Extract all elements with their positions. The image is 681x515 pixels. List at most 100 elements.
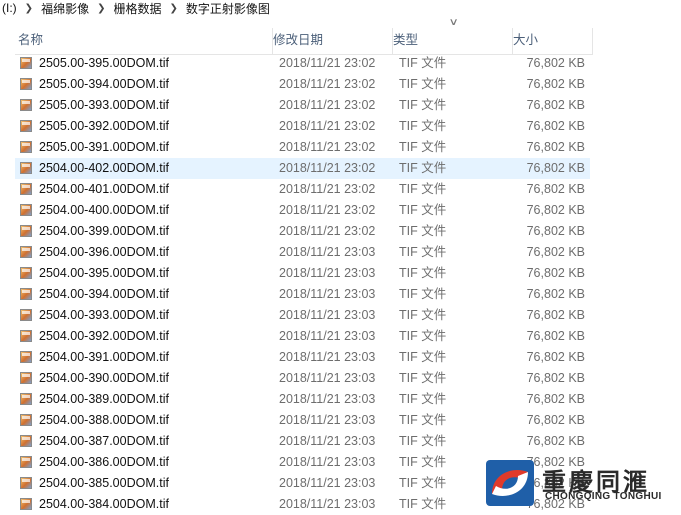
file-name[interactable]: 2504.00-385.00DOM.tif — [39, 473, 169, 494]
file-name[interactable]: 2505.00-393.00DOM.tif — [39, 95, 169, 116]
column-header-name[interactable]: 名称 — [18, 28, 43, 54]
file-size: 76,802 KB — [526, 350, 585, 364]
file-name[interactable]: 2505.00-394.00DOM.tif — [39, 74, 169, 95]
file-name[interactable]: 2504.00-393.00DOM.tif — [39, 305, 169, 326]
tif-image-file-icon — [20, 372, 32, 384]
chevron-right-icon: ❯ — [169, 2, 178, 14]
file-name[interactable]: 2504.00-395.00DOM.tif — [39, 263, 169, 284]
file-name[interactable]: 2504.00-387.00DOM.tif — [39, 431, 169, 452]
column-header-size[interactable]: 大小 — [513, 28, 538, 54]
file-row[interactable]: 2504.00-390.00DOM.tif 2018/11/21 23:03 TIF… — [15, 368, 590, 389]
file-row[interactable]: 2505.00-393.00DOM.tif 2018/11/21 23:02 TIF… — [15, 95, 590, 116]
file-row[interactable]: 2504.00-392.00DOM.tif 2018/11/21 23:03 TIF… — [15, 326, 590, 347]
file-name[interactable]: 2505.00-395.00DOM.tif — [39, 53, 169, 74]
file-date: 2018/11/21 23:02 — [279, 119, 376, 133]
file-row[interactable]: 2504.00-401.00DOM.tif 2018/11/21 23:02 TIF… — [15, 179, 590, 200]
file-row[interactable]: 2505.00-391.00DOM.tif 2018/11/21 23:02 TIF… — [15, 137, 590, 158]
file-row[interactable]: 2504.00-388.00DOM.tif 2018/11/21 23:03 TIF… — [15, 410, 590, 431]
breadcrumb-item-2[interactable]: 栅格数据 — [111, 0, 163, 17]
file-row[interactable]: 2504.00-399.00DOM.tif 2018/11/21 23:02 TIF… — [15, 221, 590, 242]
file-date: 2018/11/21 23:03 — [279, 350, 376, 364]
file-size: 76,802 KB — [526, 77, 585, 91]
file-type: TIF 文件 — [399, 266, 447, 280]
file-name[interactable]: 2504.00-388.00DOM.tif — [39, 410, 169, 431]
file-date: 2018/11/21 23:03 — [279, 371, 376, 385]
file-size: 76,802 KB — [526, 287, 585, 301]
breadcrumb-item-1[interactable]: 福绵影像 — [39, 0, 91, 17]
file-date: 2018/11/21 23:02 — [279, 182, 376, 196]
tif-image-file-icon — [20, 99, 32, 111]
file-size: 76,802 KB — [526, 224, 585, 238]
file-type: TIF 文件 — [399, 98, 447, 112]
file-name[interactable]: 2504.00-401.00DOM.tif — [39, 179, 169, 200]
file-type: TIF 文件 — [399, 245, 447, 259]
file-name[interactable]: 2504.00-402.00DOM.tif — [39, 158, 169, 179]
file-size: 76,802 KB — [526, 245, 585, 259]
file-date: 2018/11/21 23:03 — [279, 329, 376, 343]
file-name[interactable]: 2504.00-400.00DOM.tif — [39, 200, 169, 221]
file-row[interactable]: 2504.00-391.00DOM.tif 2018/11/21 23:03 TIF… — [15, 347, 590, 368]
file-type: TIF 文件 — [399, 77, 447, 91]
file-name[interactable]: 2504.00-390.00DOM.tif — [39, 368, 169, 389]
tonghui-logo — [486, 460, 534, 506]
tif-image-file-icon — [20, 120, 32, 132]
file-row[interactable]: 2504.00-402.00DOM.tif 2018/11/21 23:02 TIF… — [15, 158, 590, 179]
file-date: 2018/11/21 23:02 — [279, 77, 376, 91]
file-type: TIF 文件 — [399, 119, 447, 133]
file-type: TIF 文件 — [399, 203, 447, 217]
tif-image-file-icon — [20, 57, 32, 69]
file-name[interactable]: 2505.00-392.00DOM.tif — [39, 116, 169, 137]
tif-image-file-icon — [20, 330, 32, 342]
file-size: 76,802 KB — [526, 98, 585, 112]
column-divider[interactable] — [592, 28, 593, 54]
file-name[interactable]: 2505.00-391.00DOM.tif — [39, 137, 169, 158]
file-row[interactable]: 2504.00-394.00DOM.tif 2018/11/21 23:03 TIF… — [15, 284, 590, 305]
file-list: 2505.00-395.00DOM.tif 2018/11/21 23:02 TIF… — [15, 53, 590, 515]
file-size: 76,802 KB — [526, 203, 585, 217]
file-name[interactable]: 2504.00-386.00DOM.tif — [39, 452, 169, 473]
file-name[interactable]: 2504.00-384.00DOM.tif — [39, 494, 169, 515]
file-name[interactable]: 2504.00-391.00DOM.tif — [39, 347, 169, 368]
breadcrumb: (I:) ❯ 福绵影像 ❯ 栅格数据 ❯ 数字正射影像图 — [0, 0, 681, 16]
file-size: 76,802 KB — [526, 392, 585, 406]
file-date: 2018/11/21 23:02 — [279, 140, 376, 154]
tif-image-file-icon — [20, 288, 32, 300]
file-name[interactable]: 2504.00-392.00DOM.tif — [39, 326, 169, 347]
breadcrumb-item-3[interactable]: 数字正射影像图 — [184, 0, 272, 17]
file-date: 2018/11/21 23:03 — [279, 413, 376, 427]
tif-image-file-icon — [20, 393, 32, 405]
column-header-type[interactable]: 类型 — [393, 28, 418, 54]
file-type: TIF 文件 — [399, 287, 447, 301]
file-row[interactable]: 2504.00-389.00DOM.tif 2018/11/21 23:03 TIF… — [15, 389, 590, 410]
file-row[interactable]: 2504.00-400.00DOM.tif 2018/11/21 23:02 TIF… — [15, 200, 590, 221]
file-name[interactable]: 2504.00-399.00DOM.tif — [39, 221, 169, 242]
breadcrumb-drive[interactable]: (I:) — [0, 1, 19, 15]
file-row[interactable]: 2504.00-396.00DOM.tif 2018/11/21 23:03 TIF… — [15, 242, 590, 263]
file-name[interactable]: 2504.00-396.00DOM.tif — [39, 242, 169, 263]
tif-image-file-icon — [20, 141, 32, 153]
file-name[interactable]: 2504.00-394.00DOM.tif — [39, 284, 169, 305]
file-row[interactable]: 2504.00-393.00DOM.tif 2018/11/21 23:03 TIF… — [15, 305, 590, 326]
file-type: TIF 文件 — [399, 371, 447, 385]
column-header: 名称 修改日期 类型 大小 — [15, 28, 593, 55]
file-size: 76,802 KB — [526, 56, 585, 70]
file-date: 2018/11/21 23:03 — [279, 476, 376, 490]
file-date: 2018/11/21 23:02 — [279, 203, 376, 217]
file-type: TIF 文件 — [399, 224, 447, 238]
file-type: TIF 文件 — [399, 497, 447, 511]
sort-chevron-down-icon: ∨ — [448, 17, 459, 28]
file-name[interactable]: 2504.00-389.00DOM.tif — [39, 389, 169, 410]
file-row[interactable]: 2505.00-392.00DOM.tif 2018/11/21 23:02 TIF… — [15, 116, 590, 137]
file-row[interactable]: 2504.00-395.00DOM.tif 2018/11/21 23:03 TIF… — [15, 263, 590, 284]
column-header-date[interactable]: 修改日期 — [273, 28, 323, 54]
file-size: 76,802 KB — [526, 413, 585, 427]
file-row[interactable]: 2505.00-394.00DOM.tif 2018/11/21 23:02 TIF… — [15, 74, 590, 95]
file-date: 2018/11/21 23:03 — [279, 266, 376, 280]
file-row[interactable]: 2504.00-387.00DOM.tif 2018/11/21 23:03 TIF… — [15, 431, 590, 452]
file-date: 2018/11/21 23:02 — [279, 161, 376, 175]
tif-image-file-icon — [20, 162, 32, 174]
file-size: 76,802 KB — [526, 434, 585, 448]
file-row[interactable]: 2505.00-395.00DOM.tif 2018/11/21 23:02 TIF… — [15, 53, 590, 74]
tif-image-file-icon — [20, 477, 32, 489]
file-size: 76,802 KB — [526, 161, 585, 175]
